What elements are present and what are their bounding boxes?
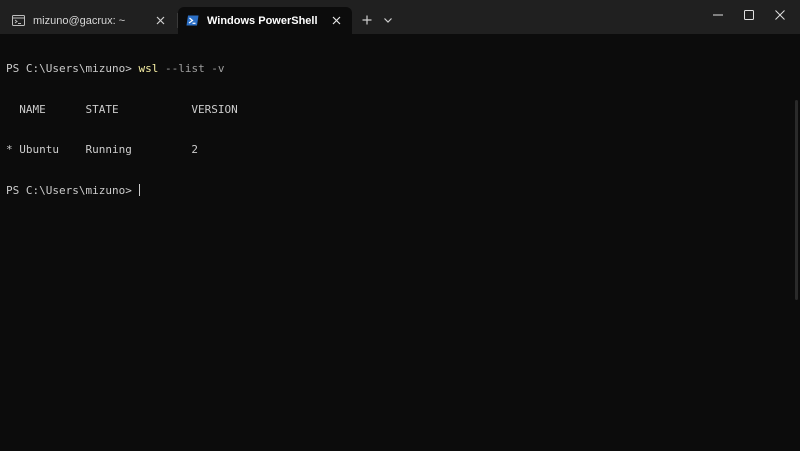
command-args: --list -v xyxy=(158,62,225,75)
tab-windows-powershell[interactable]: Windows PowerShell xyxy=(178,7,352,34)
close-tab-icon[interactable] xyxy=(324,9,348,33)
scrollbar[interactable] xyxy=(795,100,798,300)
table-header: NAME STATE VERSION xyxy=(6,102,238,116)
close-icon xyxy=(775,10,785,20)
terminal-icon xyxy=(12,15,25,26)
terminal-window: mizuno@gacrux: ~ Windows PowerShell PS C… xyxy=(0,0,800,451)
chevron-down-icon xyxy=(384,17,392,23)
maximize-icon xyxy=(744,10,754,20)
text-cursor xyxy=(139,183,141,196)
tab-wsl-ubuntu[interactable]: mizuno@gacrux: ~ xyxy=(0,7,176,34)
terminal-output[interactable]: PS C:\Users\mizuno> wsl --list -v NAME S… xyxy=(6,35,786,224)
command: wsl xyxy=(138,62,159,75)
new-tab-button[interactable] xyxy=(356,9,378,31)
command-line: PS C:\Users\mizuno> wsl --list -v xyxy=(6,62,786,76)
table-row: * Ubuntu Running 2 xyxy=(6,143,199,156)
close-window-button[interactable] xyxy=(757,0,800,30)
tab-title: Windows PowerShell xyxy=(207,14,318,27)
close-tab-icon[interactable] xyxy=(148,9,172,33)
title-bar: mizuno@gacrux: ~ Windows PowerShell xyxy=(0,0,800,34)
tab-dropdown-button[interactable] xyxy=(378,9,398,31)
powershell-icon xyxy=(186,15,199,26)
plus-icon xyxy=(362,15,372,25)
minimize-icon xyxy=(713,14,723,16)
prompt: PS C:\Users\mizuno> xyxy=(6,62,139,75)
tab-title: mizuno@gacrux: ~ xyxy=(33,14,126,27)
prompt: PS C:\Users\mizuno> xyxy=(6,183,139,197)
current-prompt-line: PS C:\Users\mizuno> xyxy=(6,183,786,198)
